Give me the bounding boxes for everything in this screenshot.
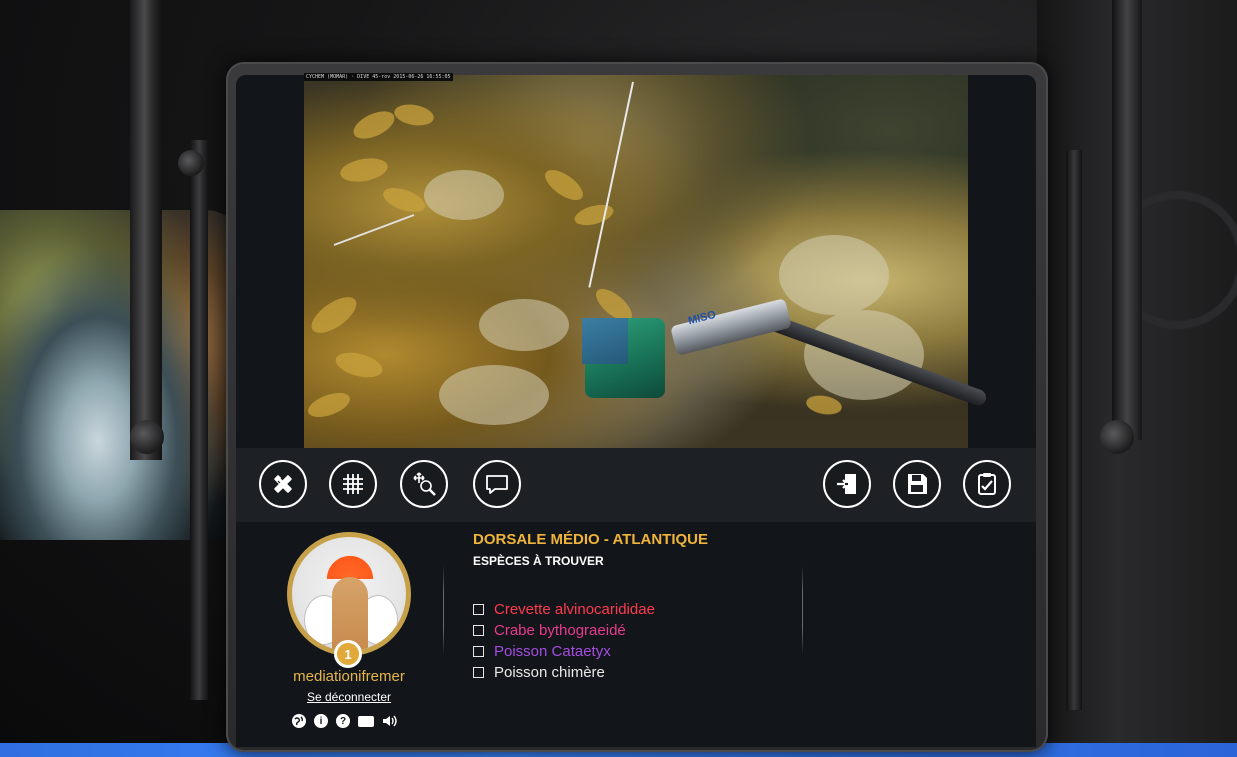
save-tool-button[interactable]: [893, 460, 941, 508]
checklist-tool-button[interactable]: [963, 460, 1011, 508]
speech-bubble-icon: [486, 475, 508, 494]
video-icon[interactable]: [358, 715, 374, 727]
help-icon[interactable]: ?: [336, 714, 350, 728]
comment-tool-button[interactable]: [473, 460, 521, 508]
bolt: [1100, 420, 1134, 454]
measure-tool-button[interactable]: [259, 460, 307, 508]
grid-tool-button[interactable]: [329, 460, 377, 508]
floppy-disk-icon: [908, 474, 927, 494]
zoom-tool-button[interactable]: [400, 460, 448, 508]
bolt: [130, 420, 164, 454]
move-zoom-icon: [413, 472, 436, 496]
species-heading: ESPÈCES À TROUVER: [473, 554, 604, 568]
divider: [802, 565, 803, 655]
clipboard-check-icon: [978, 473, 996, 495]
ruler-pencil-icon: [274, 474, 292, 493]
species-checkbox[interactable]: [473, 667, 484, 678]
sound-icon[interactable]: [382, 714, 398, 728]
globe-icon[interactable]: [292, 714, 306, 728]
exit-door-icon: [837, 474, 856, 494]
divider: [443, 565, 444, 655]
right-rail: [1066, 150, 1082, 710]
logout-link[interactable]: Se déconnecter: [270, 690, 428, 704]
species-item[interactable]: Crevette alvinocarididae: [473, 599, 655, 620]
username: mediationifremer: [293, 668, 405, 685]
species-label: Crabe bythograeidé: [494, 622, 626, 639]
species-item[interactable]: Poisson Cataetyx: [473, 641, 655, 662]
left-strut: [130, 0, 162, 460]
info-icon[interactable]: i: [314, 714, 328, 728]
species-checkbox[interactable]: [473, 604, 484, 615]
species-label: Poisson Cataetyx: [494, 643, 611, 660]
species-label: Crevette alvinocarididae: [494, 601, 655, 618]
level-badge: 1: [334, 640, 362, 668]
grid-icon: [343, 474, 363, 494]
left-rail: [190, 140, 208, 700]
species-item[interactable]: Poisson chimère: [473, 662, 655, 683]
video-timestamp: CYCHEM (MOMAR) · DIVE 45-rov 2015-06-26 …: [304, 73, 453, 81]
species-checkbox[interactable]: [473, 625, 484, 636]
stage: MISO CYCHEM (MOMAR) · DIVE 45-rov 2015-0…: [0, 0, 1237, 757]
region-title: DORSALE MÉDIO - ATLANTIQUE: [473, 531, 708, 548]
species-checkbox[interactable]: [473, 646, 484, 657]
bolt: [178, 150, 204, 176]
species-list: Crevette alvinocarididae Crabe bythograe…: [473, 599, 655, 683]
exit-tool-button[interactable]: [823, 460, 871, 508]
species-item[interactable]: Crabe bythograeidé: [473, 620, 655, 641]
sensor-connector: [582, 318, 628, 364]
left-porthole-view: [0, 210, 245, 540]
utility-icons: i ?: [292, 713, 412, 729]
species-label: Poisson chimère: [494, 664, 605, 681]
avatar-crown: [326, 545, 374, 579]
user-avatar[interactable]: [287, 532, 411, 656]
right-strut: [1112, 0, 1142, 440]
